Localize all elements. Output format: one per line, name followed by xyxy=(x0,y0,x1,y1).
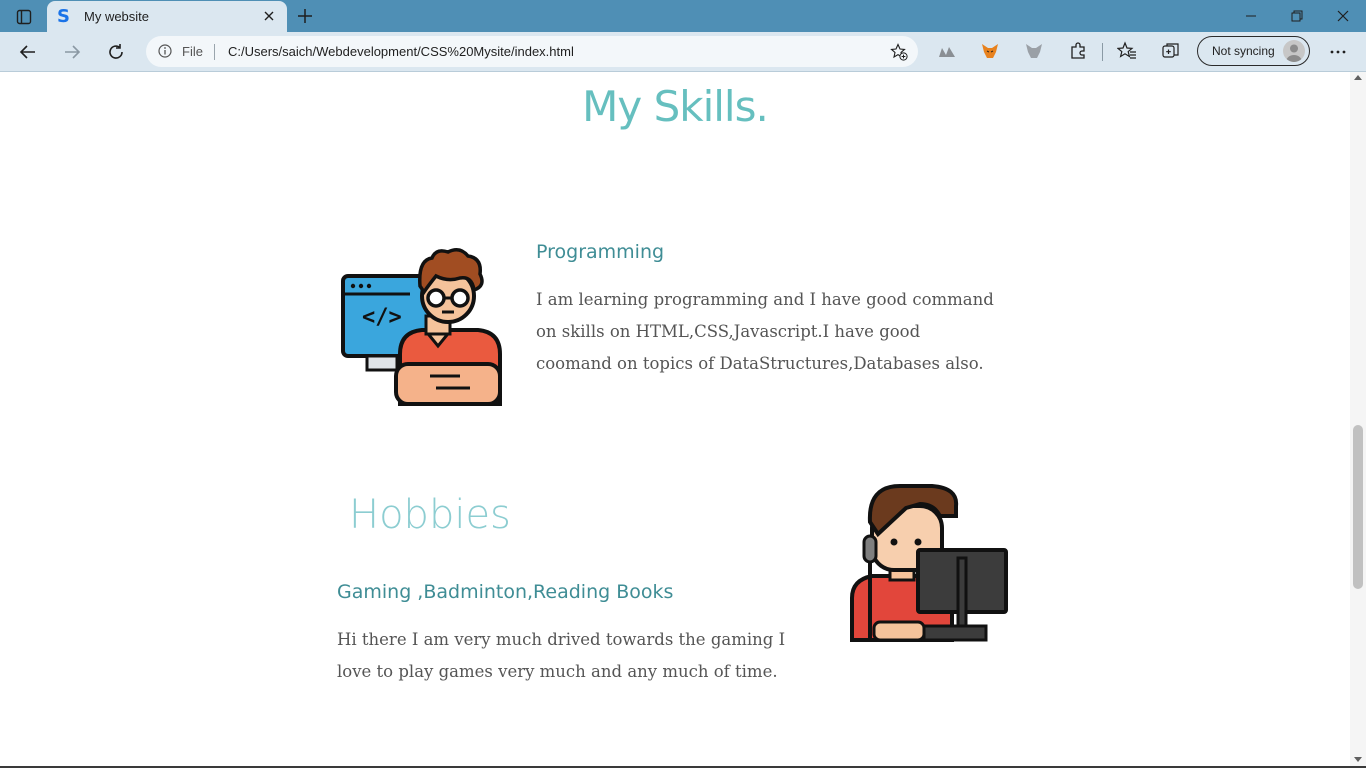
page-title: My Skills. xyxy=(582,82,769,131)
address-bar[interactable]: File C:/Users/saich/Webdevelopment/CSS%2… xyxy=(146,36,918,67)
back-arrow-icon[interactable] xyxy=(15,39,41,65)
puzzle-icon[interactable] xyxy=(1068,41,1088,61)
window-close-icon[interactable] xyxy=(1320,0,1366,32)
tab-actions-icon[interactable] xyxy=(10,6,38,28)
profile-sync-label: Not syncing xyxy=(1212,44,1275,58)
scrollbar-thumb[interactable] xyxy=(1353,425,1363,589)
profile-sync-button[interactable]: Not syncing xyxy=(1197,36,1310,66)
plus-icon[interactable] xyxy=(294,5,316,27)
more-icon[interactable] xyxy=(1328,42,1348,62)
hobbies-heading: Gaming ,Badminton,Reading Books xyxy=(337,581,674,603)
scheme-label: File xyxy=(182,44,203,59)
extension-icon[interactable] xyxy=(937,41,957,61)
add-favorite-icon[interactable] xyxy=(890,43,908,61)
page-viewport: My Skills. </> Programming I am learning… xyxy=(0,72,1350,766)
forward-arrow-icon[interactable] xyxy=(59,39,85,65)
page-scrollbar[interactable] xyxy=(1350,72,1366,766)
programming-paragraph: I am learning programming and I have goo… xyxy=(536,290,994,373)
fox-extension-icon[interactable] xyxy=(1024,41,1044,61)
info-icon[interactable] xyxy=(158,44,172,58)
hobbies-paragraph: Hi there I am very much drived towards t… xyxy=(337,630,786,681)
tab-title: My website xyxy=(84,9,150,24)
minimize-icon[interactable] xyxy=(1228,0,1274,32)
fox-extension-icon[interactable] xyxy=(980,41,1000,61)
browser-toolbar: File C:/Users/saich/Webdevelopment/CSS%2… xyxy=(0,32,1366,72)
scroll-up-icon[interactable] xyxy=(1354,75,1362,80)
url-text[interactable]: C:/Users/saich/Webdevelopment/CSS%20Mysi… xyxy=(228,44,574,59)
site-favicon-icon: S xyxy=(57,6,70,27)
hobbies-title: Hobbies xyxy=(349,492,511,538)
address-divider xyxy=(214,44,215,60)
browser-tab[interactable]: S My website xyxy=(47,1,287,32)
toolbar-divider xyxy=(1102,43,1103,61)
programming-heading: Programming xyxy=(536,241,665,263)
refresh-icon[interactable] xyxy=(103,39,129,65)
svg-text:</>: </> xyxy=(362,305,402,330)
close-icon[interactable] xyxy=(261,8,277,24)
favorites-icon[interactable] xyxy=(1116,41,1137,61)
scroll-down-icon[interactable] xyxy=(1354,757,1362,762)
gamer-illustration-icon xyxy=(850,484,1008,642)
tab-strip: S My website xyxy=(0,0,1366,32)
programmer-illustration-icon: </> xyxy=(341,248,502,406)
collections-icon[interactable] xyxy=(1161,41,1181,61)
avatar xyxy=(1283,40,1305,62)
restore-icon[interactable] xyxy=(1274,0,1320,32)
